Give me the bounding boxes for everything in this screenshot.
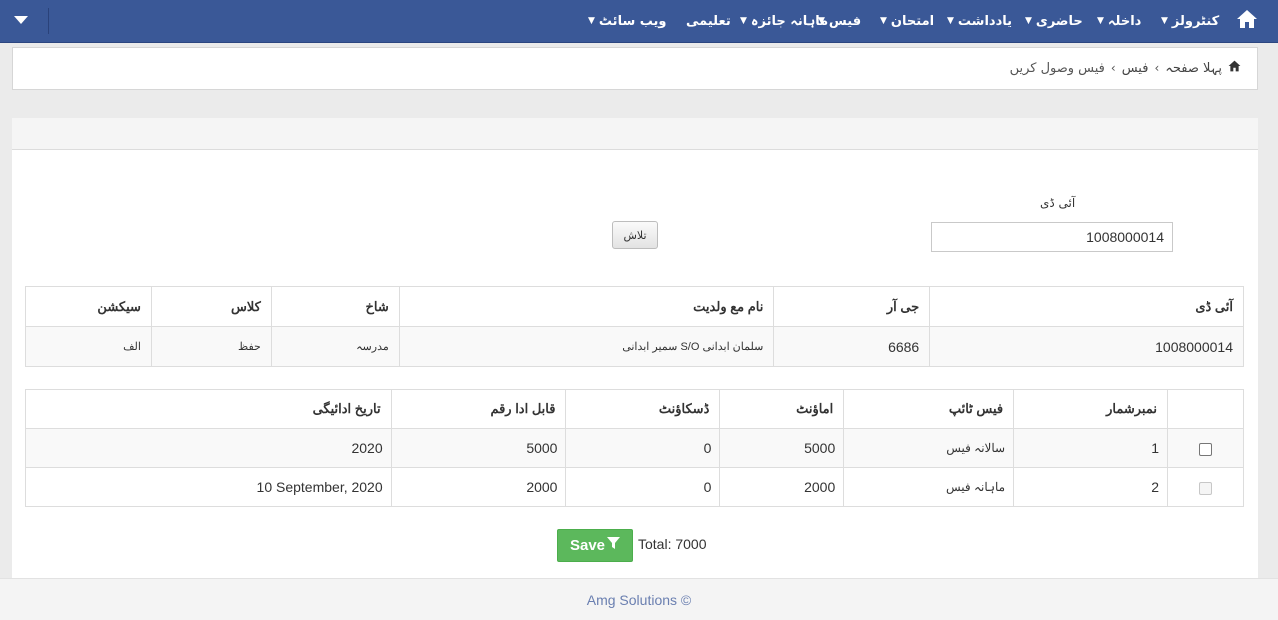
breadcrumb-section[interactable]: فیس [1122,61,1149,76]
id-label: آئی ڈی [1040,196,1076,210]
menu-label: حاضری [1035,14,1083,29]
row-checkbox-disabled[interactable] [1199,481,1212,495]
chevron-left-icon: ‹ [1154,61,1160,75]
cell-branch: مدرسہ [270,326,400,367]
column-header-name: نام مع ولدیت [398,286,775,327]
breadcrumb: فیس وصول کریں ‹ فیس ‹ پہلا صفحہ [1010,60,1241,76]
column-header-discount: ڈسکاؤنٹ [565,389,721,429]
panel-heading [12,118,1258,150]
chevron-left-icon: ‹ [1110,61,1116,75]
cell-discount: 0 [565,428,721,468]
cell-amount: 5000 [719,428,845,468]
cell-select [1167,467,1244,507]
menu-fees[interactable]: ▼ فیس [818,0,861,43]
save-button[interactable]: Save [557,529,633,562]
menu-label: کنٹرولز [1171,14,1220,29]
breadcrumb-bar: فیس وصول کریں ‹ فیس ‹ پہلا صفحہ [12,47,1258,90]
column-header-section: سیکشن [25,286,152,327]
column-header-gr: جی آر [773,286,931,327]
menu-label: ماہانہ جائزہ [750,14,829,29]
cell-gr: 6686 [773,326,931,367]
filter-icon [607,537,621,554]
student-info-table: سیکشن کلاس شاخ نام مع ولدیت جی آر آئی ڈی… [25,286,1244,367]
menu-controls[interactable]: ▼ کنٹرولز [1161,0,1219,43]
home-icon[interactable] [1236,9,1258,31]
cell-fee-type: ماہانہ فیس [843,467,1015,507]
caret-down-icon: ▼ [1025,16,1032,26]
search-button[interactable]: تلاش [612,221,658,249]
cell-serial: 1 [1013,428,1168,468]
cell-fee-type: سالانہ فیس [843,428,1015,468]
table-row[interactable]: 10 September, 2020 2000 0 2000 ماہانہ فی… [25,467,1244,507]
menu-memo[interactable]: ▼ یادداشت [947,0,1012,43]
column-header-branch: شاخ [270,286,400,327]
cell-serial: 2 [1013,467,1168,507]
fee-table: تاریخ ادائیگی قابل ادا رقم ڈسکاؤنٹ اماؤن… [25,389,1244,507]
table-header-row: تاریخ ادائیگی قابل ادا رقم ڈسکاؤنٹ اماؤن… [25,389,1244,429]
footer-text: Amg Solutions © [586,592,692,608]
menu-label: فیس [828,14,862,29]
table-header-row: سیکشن کلاس شاخ نام مع ولدیت جی آر آئی ڈی [25,286,1244,327]
home-icon[interactable] [1228,60,1241,76]
menu-label: ویب سائٹ [598,14,667,29]
cell-amount: 2000 [719,467,845,507]
column-header-serial: نمبرشمار [1013,389,1168,429]
save-label: Save [569,537,606,554]
column-header-payment-date: تاریخ ادائیگی [25,389,392,429]
caret-down-icon[interactable] [14,12,42,30]
caret-down-icon: ▼ [740,16,747,26]
column-header-id: آئی ڈی [929,286,1244,327]
row-checkbox[interactable] [1199,442,1212,456]
column-header-class: کلاس [150,286,272,327]
cell-select [1167,428,1244,468]
cell-payment-date: 10 September, 2020 [25,467,392,507]
total-amount: Total: 7000 [638,536,707,552]
menu-label: یادداشت [957,14,1013,29]
cell-payable: 2000 [390,467,567,507]
menu-label: امتحان [890,14,935,29]
column-header-select [1167,389,1244,429]
column-header-payable: قابل ادا رقم [390,389,567,429]
cell-id: 1008000014 [929,326,1244,367]
table-row: الف حفظ مدرسہ سمیر ابدانی S/O سلمان ابدا… [25,326,1244,367]
menu-exam[interactable]: ▼ امتحان [880,0,934,43]
column-header-amount: اماؤنٹ [719,389,845,429]
table-row[interactable]: 2020 5000 0 5000 سالانہ فیس 1 [25,428,1244,468]
cell-payable: 5000 [390,428,567,468]
caret-down-icon: ▼ [1097,16,1104,26]
cell-payment-date: 2020 [25,428,392,468]
id-input[interactable] [931,222,1173,252]
cell-section: الف [25,326,152,367]
menu-monthly-review[interactable]: ▼ ماہانہ جائزہ [740,0,828,43]
caret-down-icon: ▼ [947,16,954,26]
column-header-fee-type: فیس ٹائپ [843,389,1015,429]
menu-label: داخلہ [1107,14,1142,29]
cell-discount: 0 [565,467,721,507]
breadcrumb-current: فیس وصول کریں [1009,60,1105,76]
footer: Amg Solutions © [0,578,1278,620]
menu-attendance[interactable]: ▼ حاضری [1025,0,1083,43]
caret-down-icon: ▼ [1161,16,1168,26]
breadcrumb-home[interactable]: پہلا صفحہ [1165,61,1222,76]
top-navbar: ▼ ویب سائٹ تعلیمی ▼ ماہانہ جائزہ ▼ فیس ▼… [0,0,1278,43]
caret-down-icon: ▼ [588,16,595,26]
divider [48,8,49,34]
caret-down-icon: ▼ [880,16,887,26]
menu-educational[interactable]: تعلیمی [686,0,731,43]
caret-down-icon: ▼ [818,16,825,26]
cell-class: حفظ [150,326,272,367]
menu-label: تعلیمی [686,14,731,29]
menu-website[interactable]: ▼ ویب سائٹ [588,0,666,43]
menu-admission[interactable]: ▼ داخلہ [1097,0,1141,43]
cell-name: سمیر ابدانی S/O سلمان ابدانی [398,326,775,367]
